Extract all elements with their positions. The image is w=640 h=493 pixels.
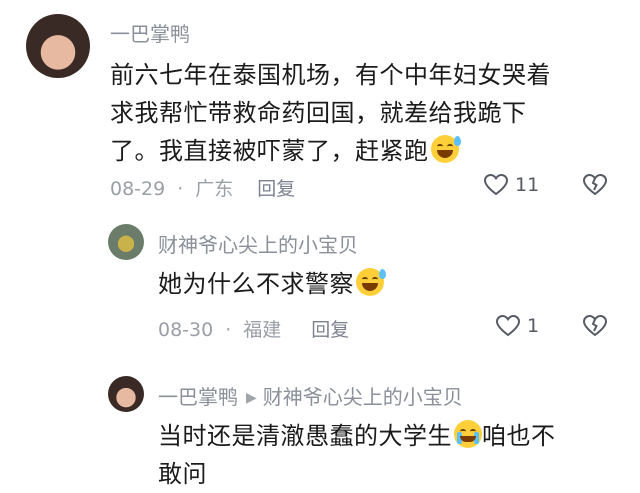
comment-text: 当时还是清澈愚蠢的大学生 咱也不 敢问 <box>158 420 556 488</box>
comment-location: 广东 <box>195 178 234 200</box>
dislike-button[interactable] <box>582 314 608 338</box>
reply-button[interactable]: 回复 <box>257 174 295 201</box>
comment-username[interactable]: 财神爷心尖上的小宝贝 <box>158 229 358 258</box>
like-count: 1 <box>527 315 540 337</box>
broken-heart-icon <box>582 173 608 196</box>
like-button[interactable]: 11 <box>483 173 539 197</box>
reply-target-username[interactable]: 财神爷心尖上的小宝贝 <box>263 385 463 409</box>
avatar[interactable] <box>108 224 144 260</box>
comment-date: 08-29 <box>110 178 166 200</box>
comment-meta: 08-29 · 广东 回复 <box>110 174 295 201</box>
sweat-smile-emoji-icon <box>430 135 461 163</box>
crying-emoji-icon <box>454 420 482 448</box>
heart-icon <box>483 173 509 196</box>
comment-meta: 08-30 · 福建 回复 <box>158 315 349 342</box>
comment-text: 前六七年在泰国机场，有个中年妇女哭着 求我帮忙带救命药回国，就差给我跪下 了。我… <box>110 61 551 165</box>
like-count: 11 <box>515 174 540 196</box>
dislike-button[interactable] <box>582 173 608 197</box>
reply-button[interactable]: 回复 <box>311 315 349 342</box>
sweat-smile-emoji-icon <box>356 268 386 296</box>
reply-arrow-icon: ▶ <box>246 390 257 406</box>
comment-text: 她为什么不求警察 <box>158 265 608 303</box>
broken-heart-icon <box>582 314 608 337</box>
like-button[interactable]: 1 <box>495 314 539 338</box>
comment-location: 福建 <box>243 319 282 341</box>
heart-icon <box>495 314 521 337</box>
comment-username: 一巴掌鸭 ▶ 财神爷心尖上的小宝贝 <box>158 385 463 409</box>
comment-username[interactable]: 一巴掌鸭 <box>110 18 190 47</box>
avatar[interactable] <box>108 376 144 412</box>
avatar[interactable] <box>26 14 90 78</box>
comment-date: 08-30 <box>158 319 214 341</box>
